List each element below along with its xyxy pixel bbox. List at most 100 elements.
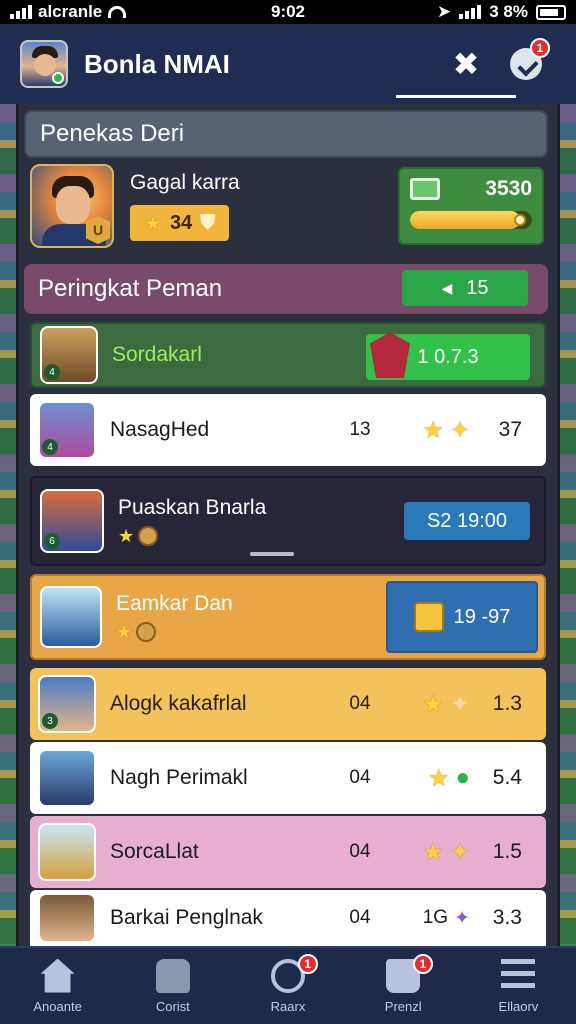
star-count: 34 (169, 211, 193, 234)
app-title: Bonla NMAI (84, 48, 230, 79)
gem-star-icon: ✦ (454, 907, 470, 929)
nav-badge: 1 (297, 954, 318, 974)
wifi-icon (108, 6, 127, 18)
star-icon: ★ (422, 416, 444, 444)
bottom-nav: Anoante Corist 1 Raarx 1 Prenzl Ellaorv (0, 946, 576, 1024)
progress-knob-icon (514, 214, 526, 226)
cell-signal-icon-right (459, 5, 482, 19)
notification-badge: 1 (530, 38, 550, 58)
row-badges: 1G ✦ (400, 907, 470, 930)
row-badges: ★ ✦ (400, 838, 470, 867)
carrier-name: alcranle (38, 2, 103, 21)
leaderboard-row[interactable]: 4 NasagHed 13 ★ ✦ 37 (30, 394, 546, 466)
ranking-section-header: Peringkat Peman ◀ 15 (24, 264, 548, 314)
player-avatar: 3 (38, 675, 96, 733)
coin-icon (136, 621, 157, 642)
status-bar: alcranle 9:02 ➤ 3 8% (0, 0, 576, 24)
hand-icon (155, 958, 190, 993)
player-avatar (38, 823, 96, 881)
star-icon: ★ (427, 764, 450, 792)
row-extra: 1G (422, 907, 449, 928)
row-badges: ★ ✦ (400, 690, 470, 719)
player-score: 04 (349, 767, 371, 788)
online-indicator-icon (52, 72, 64, 84)
row-badges: ★ ● (400, 764, 470, 793)
currency-value: 3530 (485, 177, 532, 200)
mini-badges: ★ (116, 621, 326, 643)
location-icon: ➤ (437, 2, 452, 21)
row-value: 3.3 (492, 906, 522, 929)
menu-icon (501, 958, 536, 993)
nav-label: Corist (155, 998, 190, 1014)
player-name: Puaskan Bnarla (118, 495, 267, 519)
nav-label: Prenzl (384, 998, 422, 1014)
arrow-left-icon: ◀ (441, 279, 453, 296)
profile-card[interactable]: U Gagal karra ★ 34 ⛊ 3530 (22, 158, 552, 254)
ranking-count-pill[interactable]: ◀ 15 (402, 270, 528, 306)
row-value-pill: 19 -97 (386, 581, 538, 653)
player-avatar (38, 893, 96, 943)
currency-panel[interactable]: 3530 (398, 167, 544, 245)
row-value: 1 0.7.3 (417, 345, 479, 368)
player-name: Alogk kakafrlal (110, 692, 247, 715)
nav-shop[interactable]: 1 Prenzl (346, 948, 461, 1024)
nav-menu[interactable]: Ellaorv (461, 948, 576, 1024)
profile-section-title: Penekas Deri (40, 120, 185, 147)
player-score: 04 (349, 693, 371, 714)
gem-star-icon: ✦ (449, 838, 470, 866)
nav-label: Anoante (33, 998, 82, 1014)
player-name: SorcaLlat (110, 840, 199, 863)
currency-progress-bar (410, 211, 532, 229)
clock: 9:02 (270, 2, 306, 21)
player-name: Barkai Penglnak (110, 906, 263, 929)
nav-hand[interactable]: Corist (115, 948, 230, 1024)
leaderboard-row[interactable]: 4 Sordakarl ★ 1 0.7.3 (30, 322, 546, 388)
player-avatar: 4 (38, 401, 96, 459)
notifications-button[interactable]: 1 (496, 34, 556, 94)
user-avatar[interactable] (20, 40, 68, 88)
player-name: Nagh Perimakl (110, 766, 248, 789)
player-portrait: U (30, 164, 114, 248)
leaderboard-row[interactable]: Barkai Penglnak 04 1G ✦ 3.3 (30, 890, 546, 946)
player-avatar: 4 (40, 326, 98, 384)
row-value: S2 19:00 (426, 509, 508, 532)
rank-shield-icon: U (86, 216, 110, 244)
cash-icon (410, 178, 440, 200)
profile-info: Gagal karra ★ 34 ⛊ (130, 171, 398, 241)
player-avatar: 6 (40, 489, 104, 553)
nav-target[interactable]: 1 Raarx (230, 948, 345, 1024)
leaderboard-row[interactable]: 3 Alogk kakafrlal 04 ★ ✦ 1.3 (30, 668, 546, 740)
row-value: 37 (498, 418, 522, 441)
drag-handle[interactable] (250, 552, 294, 556)
row-name-group: Puaskan Bnarla ★ (118, 496, 328, 547)
player-name: Eamkar Dan (116, 591, 233, 615)
row-value: 1.3 (492, 692, 522, 715)
status-right: ➤ 3 8% (366, 2, 566, 22)
home-icon (40, 958, 75, 993)
row-value: 1.5 (492, 840, 522, 863)
star-count-chip: ★ 34 ⛊ (130, 205, 230, 241)
currency-progress-fill (410, 211, 520, 229)
star-icon: ★ (422, 690, 444, 718)
coin-icon (138, 525, 159, 546)
nav-badge: 1 (412, 954, 433, 974)
player-name: NasagHed (110, 418, 210, 441)
leaderboard-row[interactable]: Eamkar Dan ★ ★ 19 -97 (30, 574, 546, 660)
ranking-section-title: Peringkat Peman (38, 275, 223, 302)
nav-label: Raarx (270, 998, 306, 1014)
leaderboard-row[interactable]: SorcaLlat 04 ★ ✦ 1.5 (30, 816, 546, 888)
tools-button[interactable]: ✖ (396, 34, 516, 98)
battery-icon (536, 4, 566, 20)
profile-section-header: Penekas Deri (24, 110, 548, 158)
player-avatar (38, 749, 96, 807)
gem-star-icon: ✦ (449, 690, 470, 718)
star-icon: ★ (144, 212, 162, 235)
row-badges: ★ ✦ (400, 416, 470, 445)
nav-home[interactable]: Anoante (0, 948, 115, 1024)
mini-badges: ★ (118, 525, 328, 547)
cell-signal-icon (10, 5, 32, 19)
player-score: 04 (349, 841, 371, 862)
leaderboard-row[interactable]: Nagh Perimakl 04 ★ ● 5.4 (30, 742, 546, 814)
row-value: 5.4 (492, 766, 522, 789)
green-badge-icon: ● (455, 763, 471, 791)
